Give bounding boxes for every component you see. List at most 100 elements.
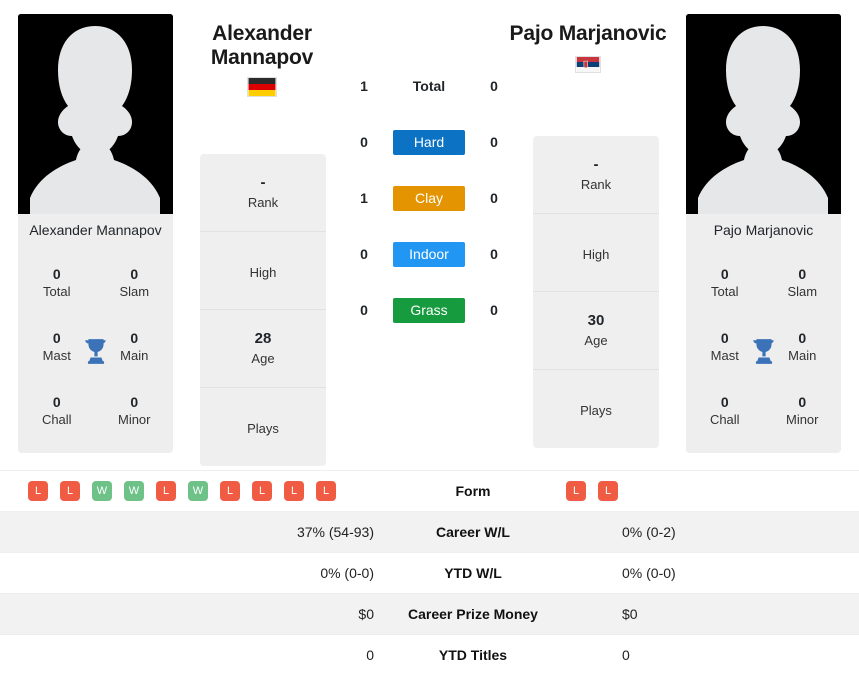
h2h-right-score: 0 <box>490 302 498 318</box>
comparison-header: Alexander Mannapov 0 Total 0 Slam 0 Mast… <box>0 0 859 470</box>
table-row-form: LLWWLWLLLL Form LL <box>0 470 859 511</box>
info-age-left: 28 Age <box>200 310 326 388</box>
form-badge-w[interactable]: W <box>188 481 208 501</box>
titles-main-label: Main <box>120 347 149 363</box>
career-prize-right: $0 <box>622 606 638 622</box>
career-wl-left: 37% (54-93) <box>296 524 374 540</box>
player-photo-left <box>18 14 173 214</box>
trophy-icon <box>84 338 106 364</box>
titles-total-label: Total <box>43 283 71 299</box>
form-badge-l[interactable]: L <box>220 481 240 501</box>
form-badge-l[interactable]: L <box>28 481 48 501</box>
info-high-label: High <box>582 246 610 262</box>
titles-mast-label: Mast <box>42 347 71 363</box>
titles-slam-right: 0 Slam <box>764 251 842 315</box>
comparison-table: LLWWLWLLLL Form LL 37% (54-93) Career W/… <box>0 470 859 675</box>
h2h-left-score: 1 <box>360 190 368 206</box>
player-card-name-left: Alexander Mannapov <box>18 214 173 249</box>
player-title-right: Pajo Marjanovic <box>490 22 686 73</box>
player-name-right: Pajo Marjanovic <box>509 22 667 45</box>
player-card-name-right: Pajo Marjanovic <box>686 214 841 249</box>
table-row-ytd-wl: 0% (0-0) YTD W/L 0% (0-0) <box>0 552 859 593</box>
titles-chall-label: Chall <box>709 411 740 427</box>
h2h-label-indoor: Indoor <box>393 241 465 267</box>
titles-chall-right: 0 Chall <box>686 379 764 443</box>
player-info-right: - Rank High 30 Age Plays <box>533 136 659 448</box>
form-badge-l[interactable]: L <box>284 481 304 501</box>
table-row-career-wl: 37% (54-93) Career W/L 0% (0-2) <box>0 511 859 552</box>
titles-main-value: 0 <box>798 329 807 346</box>
info-rank-label: Rank <box>247 195 279 210</box>
form-badge-w[interactable]: W <box>92 481 112 501</box>
player-name-left: Alexander Mannapov <box>210 22 314 69</box>
form-badges-right: LL <box>538 481 859 501</box>
flag-serbia-icon <box>575 55 601 73</box>
form-badge-w[interactable]: W <box>124 481 144 501</box>
titles-main-value: 0 <box>130 329 139 346</box>
h2h-right-score: 0 <box>490 246 498 262</box>
titles-minor-label: Minor <box>785 411 819 427</box>
form-badge-l[interactable]: L <box>598 481 618 501</box>
titles-grid-left: 0 Total 0 Slam 0 Mast 0 Main 0 Chall 0 M… <box>18 248 174 453</box>
info-rank-value: - <box>593 156 599 173</box>
titles-total-value: 0 <box>720 265 729 282</box>
row-label-ytd-wl: YTD W/L <box>444 565 502 581</box>
info-age-value: 28 <box>254 330 272 347</box>
player-info-left: - Rank High 28 Age Plays <box>200 154 326 466</box>
ytd-titles-left: 0 <box>366 647 374 663</box>
row-label-career-prize: Career Prize Money <box>408 606 538 622</box>
titles-mast-value: 0 <box>52 329 61 346</box>
table-row-career-prize: $0 Career Prize Money $0 <box>0 593 859 634</box>
titles-row: 0 Total 0 Slam <box>18 251 173 315</box>
titles-row: 0 Total 0 Slam <box>686 251 841 315</box>
player-card-right[interactable]: Pajo Marjanovic 0 Total 0 Slam 0 Mast 0 … <box>686 14 841 453</box>
player-comparison-page: Alexander Mannapov 0 Total 0 Slam 0 Mast… <box>0 0 859 689</box>
career-prize-left: $0 <box>358 606 374 622</box>
form-badge-l[interactable]: L <box>60 481 80 501</box>
flag-germany-icon <box>247 77 277 98</box>
info-plays-right: Plays <box>533 370 659 448</box>
player-card-left[interactable]: Alexander Mannapov 0 Total 0 Slam 0 Mast… <box>18 14 173 453</box>
titles-total-left: 0 Total <box>18 251 96 315</box>
form-badge-l[interactable]: L <box>566 481 586 501</box>
row-label-career-wl: Career W/L <box>436 524 510 540</box>
h2h-right-score: 0 <box>490 134 498 150</box>
titles-slam-label: Slam <box>119 283 150 299</box>
h2h-row-indoor: 0 Indoor 0 <box>345 226 513 282</box>
info-age-label: Age <box>584 333 608 348</box>
h2h-left-score: 1 <box>360 78 368 94</box>
titles-main-label: Main <box>788 347 817 363</box>
form-badge-l[interactable]: L <box>252 481 272 501</box>
h2h-row-grass: 0 Grass 0 <box>345 282 513 338</box>
ytd-wl-right: 0% (0-0) <box>622 565 676 581</box>
h2h-right-score: 0 <box>490 78 498 94</box>
titles-slam-left: 0 Slam <box>96 251 174 315</box>
titles-mast-value: 0 <box>720 329 729 346</box>
titles-chall-left: 0 Chall <box>18 379 96 443</box>
titles-chall-value: 0 <box>52 393 61 410</box>
player-photo-right <box>686 14 841 214</box>
titles-mast-label: Mast <box>710 347 739 363</box>
titles-minor-value: 0 <box>798 393 807 410</box>
person-silhouette-icon <box>686 14 841 214</box>
player-title-left: Alexander Mannapov <box>186 22 338 98</box>
h2h-label-total: Total <box>412 78 446 94</box>
form-badge-l[interactable]: L <box>156 481 176 501</box>
titles-slam-value: 0 <box>130 265 139 282</box>
info-high-label: High <box>249 264 277 280</box>
info-rank-left: - Rank <box>200 154 326 232</box>
row-label-ytd-titles: YTD Titles <box>438 647 508 663</box>
titles-minor-left: 0 Minor <box>96 379 174 443</box>
head-to-head-column: 1 Total 0 0 Hard 0 1 Clay 0 0 Indoor 0 0 <box>345 58 513 338</box>
h2h-row-clay: 1 Clay 0 <box>345 170 513 226</box>
career-wl-right: 0% (0-2) <box>622 524 676 540</box>
titles-minor-label: Minor <box>117 411 151 427</box>
info-rank-label: Rank <box>580 177 612 192</box>
table-row-ytd-titles: 0 YTD Titles 0 <box>0 634 859 675</box>
h2h-left-score: 0 <box>360 302 368 318</box>
h2h-row-hard: 0 Hard 0 <box>345 114 513 170</box>
info-rank-right: - Rank <box>533 136 659 214</box>
titles-minor-value: 0 <box>130 393 139 410</box>
form-badge-l[interactable]: L <box>316 481 336 501</box>
titles-slam-label: Slam <box>787 283 818 299</box>
